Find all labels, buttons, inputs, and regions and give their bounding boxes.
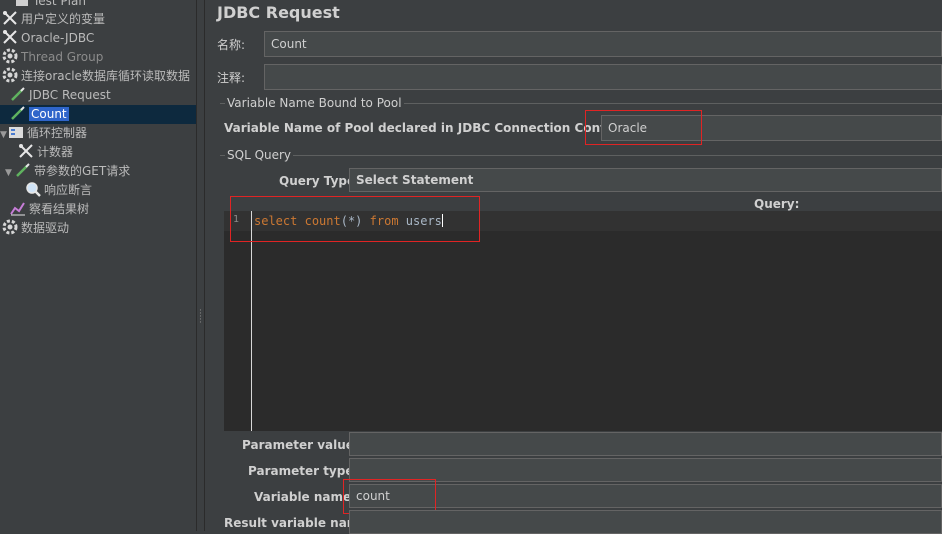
expand-triangle-icon[interactable]: ▼ — [0, 126, 8, 145]
name-field[interactable]: Count — [264, 31, 942, 57]
param-types-field[interactable] — [349, 458, 942, 482]
expand-triangle-icon[interactable]: ▼ — [5, 164, 15, 183]
sql-section-border — [220, 155, 942, 156]
sql-query-editor[interactable]: 1 select count(*) from users — [224, 211, 942, 431]
name-label: 名称: — [217, 38, 246, 52]
wrench-icon — [2, 10, 18, 26]
tree-item-count[interactable]: Count — [10, 105, 69, 124]
test-plan-tree[interactable]: Test Plan 用户定义的变量 Oracle-JDBC Thread Gro… — [0, 0, 196, 531]
pipette-icon — [10, 86, 26, 102]
comment-label: 注释: — [217, 71, 246, 85]
test-plan-icon — [14, 0, 30, 8]
tree-item-user-defined-variables[interactable]: 用户定义的变量 — [2, 10, 105, 29]
param-types-label: Parameter types: — [248, 464, 366, 478]
panel-splitter[interactable]: · · · · · — [196, 0, 205, 531]
query-type-select[interactable]: Select Statement — [349, 168, 942, 192]
sql-section-title: SQL Query — [225, 148, 294, 162]
tree-item-view-results-tree[interactable]: 察看结果树 — [10, 200, 89, 219]
query-label: Query: — [754, 197, 800, 211]
pool-highlight-box — [585, 110, 702, 145]
query-highlight-box — [230, 196, 480, 242]
param-values-field[interactable] — [349, 432, 942, 456]
tree-item-thread-group[interactable]: Thread Group — [2, 48, 103, 67]
variable-names-field[interactable]: count — [349, 484, 942, 508]
editor-gutter-divider — [251, 211, 252, 431]
gear-icon — [2, 67, 18, 83]
page-title: JDBC Request — [217, 3, 340, 22]
param-values-label: Parameter values: — [242, 438, 366, 452]
tree-item-data-driven[interactable]: 数据驱动 — [2, 219, 69, 238]
tree-item-jdbc-request[interactable]: JDBC Request — [10, 86, 111, 105]
wrench-icon — [18, 143, 34, 159]
gear-icon — [2, 48, 18, 64]
gear-icon — [2, 219, 18, 235]
loop-controller-icon — [8, 124, 24, 140]
comment-field[interactable] — [264, 64, 942, 90]
pipette-icon — [10, 105, 26, 121]
tree-item-loop-controller[interactable]: ▼ 循环控制器 — [0, 124, 87, 143]
tree-item-counter[interactable]: 计数器 — [18, 143, 73, 162]
tree-item-get-request-with-params[interactable]: ▼ 带参数的GET请求 — [5, 162, 130, 181]
tree-item-response-assertion[interactable]: 响应断言 — [25, 181, 92, 200]
variable-names-highlight-box — [343, 479, 436, 514]
query-type-label: Query Type: — [279, 174, 360, 188]
result-variable-field[interactable] — [349, 510, 942, 534]
chart-icon — [10, 200, 26, 216]
jdbc-request-panel: JDBC Request 名称: Count 注释: Variable Name… — [206, 0, 942, 534]
tree-item-oracle-jdbc[interactable]: Oracle-JDBC — [2, 29, 94, 48]
pool-section-title: Variable Name Bound to Pool — [225, 96, 404, 110]
splitter-grip-icon: · · · · · — [199, 306, 202, 328]
pipette-icon — [15, 162, 31, 178]
wrench-icon — [2, 29, 18, 45]
tree-item-oracle-loop-group[interactable]: 连接oracle数据库循环读取数据 — [2, 67, 190, 86]
magnifier-icon — [25, 181, 41, 197]
